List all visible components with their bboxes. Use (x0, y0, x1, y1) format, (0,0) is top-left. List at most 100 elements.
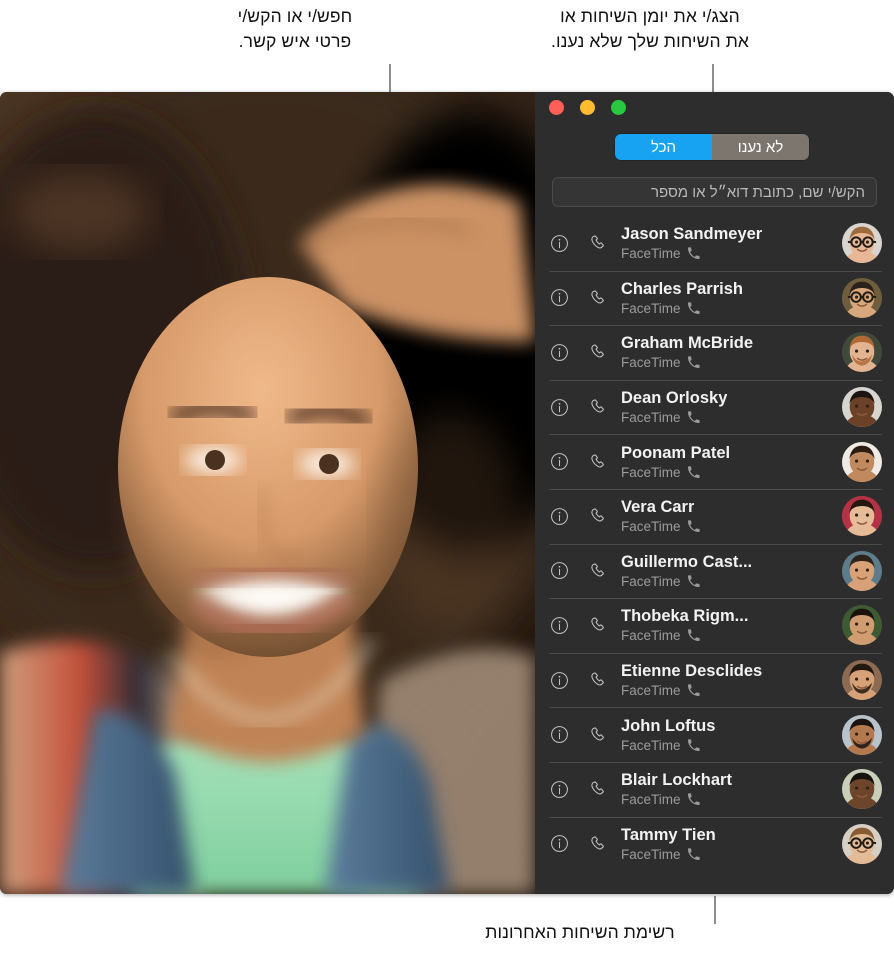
service-label: FaceTime (621, 355, 681, 371)
avatar (842, 823, 882, 864)
table-row[interactable]: Etienne Desclides FaceTime (535, 652, 894, 708)
phone-handset-icon[interactable] (587, 615, 607, 635)
service-label: FaceTime (621, 628, 681, 644)
contact-name: Thobeka Rigm... (621, 607, 749, 626)
phone-handset-icon[interactable] (587, 561, 607, 581)
table-row[interactable]: Poonam Patel FaceTime (535, 434, 894, 489)
service-label: FaceTime (621, 737, 681, 753)
contact-name: Poonam Patel (621, 443, 731, 462)
contact-name: Vera Carr (621, 498, 695, 517)
callout-filter-description: הצג/י את יומן השיחות או את השיחות שלך של… (551, 6, 749, 52)
contact-service: FaceTime (621, 628, 700, 643)
phone-handset-icon[interactable] (587, 342, 607, 362)
search-input[interactable] (564, 183, 865, 201)
service-label: FaceTime (621, 246, 681, 262)
row-actions (549, 233, 607, 253)
table-row[interactable]: John Loftus FaceTime (535, 707, 894, 762)
row-text: Dean Orlosky FaceTime (621, 389, 831, 425)
contact-service: FaceTime (621, 301, 700, 316)
phone-handset-icon[interactable] (587, 834, 607, 854)
table-row[interactable]: Charles Parrish FaceTime (535, 270, 894, 326)
avatar (842, 660, 882, 701)
service-label: FaceTime (621, 846, 681, 862)
contact-service: FaceTime (621, 246, 700, 261)
row-actions (549, 615, 607, 635)
avatar (842, 496, 882, 537)
contact-name: John Loftus (621, 716, 716, 735)
row-text: Guillermo Cast... FaceTime (621, 553, 831, 589)
call-filter-segmented-control[interactable]: לא נענו הכל (615, 134, 809, 160)
phone-handset-icon[interactable] (587, 233, 607, 253)
table-row[interactable]: Blair Lockhart FaceTime (535, 761, 894, 817)
contact-name: Jason Sandmeyer (621, 225, 763, 244)
contact-name: Etienne Desclides (621, 662, 763, 681)
row-text: Etienne Desclides FaceTime (621, 662, 831, 698)
table-row[interactable]: Thobeka Rigm... FaceTime (535, 598, 894, 653)
service-label: FaceTime (621, 519, 681, 535)
service-label: FaceTime (621, 410, 681, 426)
recent-calls-list[interactable]: Jason Sandmeyer FaceTime Charles Parrish… (535, 216, 894, 894)
contact-service: FaceTime (621, 519, 700, 534)
phone-handset-icon[interactable] (587, 670, 607, 690)
row-text: Blair Lockhart FaceTime (621, 771, 831, 807)
info-circle-icon[interactable] (549, 452, 569, 472)
phone-handset-icon[interactable] (587, 452, 607, 472)
service-label: FaceTime (621, 464, 681, 480)
callout-search-description: חפש/י או הקש/י פרטי איש קשר. (237, 6, 353, 52)
phone-small-icon (687, 793, 700, 806)
table-row[interactable]: Tammy Tien FaceTime (535, 816, 894, 872)
avatar (842, 714, 882, 755)
info-circle-icon[interactable] (549, 506, 569, 526)
search-field[interactable] (552, 177, 877, 207)
red-traffic-light[interactable] (549, 100, 564, 115)
info-circle-icon[interactable] (549, 779, 569, 799)
phone-small-icon (687, 466, 700, 479)
table-row[interactable]: Jason Sandmeyer FaceTime (535, 216, 894, 271)
info-circle-icon[interactable] (549, 615, 569, 635)
row-text: Vera Carr FaceTime (621, 498, 831, 534)
yellow-traffic-light[interactable] (580, 100, 595, 115)
phone-small-icon (687, 848, 700, 861)
phone-handset-icon[interactable] (587, 725, 607, 745)
service-label: FaceTime (621, 683, 681, 699)
phone-handset-icon[interactable] (587, 288, 607, 308)
window-controls (549, 100, 626, 115)
row-text: Poonam Patel FaceTime (621, 444, 831, 480)
info-circle-icon[interactable] (549, 288, 569, 308)
phone-handset-icon[interactable] (587, 506, 607, 526)
info-circle-icon[interactable] (549, 561, 569, 581)
info-circle-icon[interactable] (549, 834, 569, 854)
service-label: FaceTime (621, 300, 681, 316)
info-circle-icon[interactable] (549, 725, 569, 745)
row-text: Graham McBride FaceTime (621, 334, 831, 370)
phone-handset-icon[interactable] (587, 397, 607, 417)
service-label: FaceTime (621, 573, 681, 589)
segment-all[interactable]: הכל (615, 134, 712, 160)
contact-name: Dean Orlosky (621, 389, 728, 408)
phone-small-icon (687, 629, 700, 642)
info-circle-icon[interactable] (549, 342, 569, 362)
contact-name: Blair Lockhart (621, 771, 732, 790)
segment-missed[interactable]: לא נענו (712, 134, 809, 160)
info-circle-icon[interactable] (549, 397, 569, 417)
table-row[interactable]: Vera Carr FaceTime (535, 488, 894, 544)
info-circle-icon[interactable] (549, 233, 569, 253)
info-circle-icon[interactable] (549, 670, 569, 690)
table-row[interactable]: Graham McBride FaceTime (535, 325, 894, 380)
contact-service: FaceTime (621, 410, 700, 425)
row-actions (549, 342, 607, 362)
contact-name: Graham McBride (621, 334, 754, 353)
contact-service: FaceTime (621, 574, 700, 589)
contact-service: FaceTime (621, 683, 700, 698)
green-traffic-light[interactable] (611, 100, 626, 115)
row-actions (549, 452, 607, 472)
table-row[interactable]: Guillermo Cast... FaceTime (535, 543, 894, 599)
avatar (842, 387, 882, 428)
contact-name: Charles Parrish (621, 279, 743, 298)
row-actions (549, 725, 607, 745)
table-row[interactable]: Dean Orlosky FaceTime (535, 379, 894, 435)
phone-handset-icon[interactable] (587, 779, 607, 799)
service-label: FaceTime (621, 792, 681, 808)
avatar (842, 223, 882, 264)
video-preview-pane[interactable] (0, 92, 535, 894)
